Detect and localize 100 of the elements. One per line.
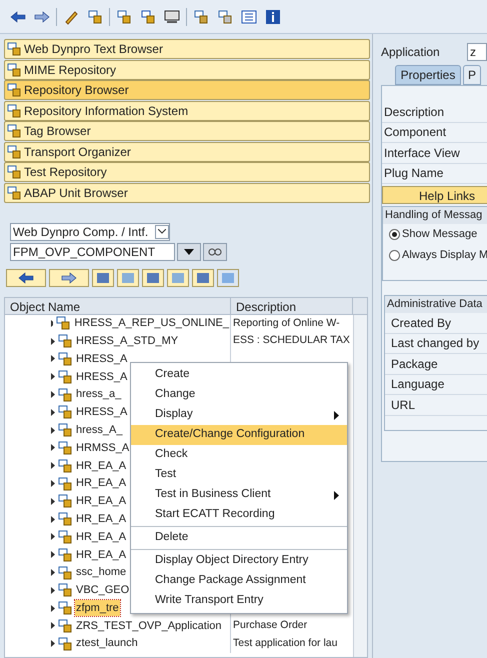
monitor-icon [164, 10, 180, 24]
field-label: Last changed by [385, 334, 487, 354]
expand-arrow-icon[interactable] [51, 622, 55, 630]
radio-label: Always Display M [402, 248, 487, 264]
menu-item[interactable]: Check [131, 445, 347, 465]
expand-arrow-icon[interactable] [51, 373, 55, 380]
object-description: Reporting of Online W- [233, 316, 340, 329]
nav-button[interactable]: Repository Information System [4, 100, 370, 120]
help-links-button[interactable]: Help Links [382, 186, 487, 204]
menu-item[interactable]: Delete [131, 528, 347, 548]
menu-item[interactable]: Create [131, 365, 347, 385]
expand-arrow-icon[interactable] [51, 462, 55, 470]
nav-button[interactable]: ABAP Unit Browser [4, 182, 370, 202]
object-name-field[interactable]: FPM_OVP_COMPONENT [10, 242, 175, 260]
menu-item[interactable]: Create/Change Configuration [131, 425, 347, 445]
object-name[interactable]: HR_EA_A [75, 493, 128, 510]
field-label: Package [385, 354, 487, 374]
field-label: Interface View [382, 143, 487, 164]
expand-arrow-icon[interactable] [51, 498, 55, 505]
object-name[interactable]: VBC_GEO [75, 582, 130, 599]
nav-button[interactable]: Repository Browser [4, 80, 370, 100]
tab[interactable]: P [463, 65, 481, 85]
object-name[interactable]: HRESS_A [75, 368, 128, 386]
back-button[interactable] [6, 268, 46, 286]
glasses-button[interactable] [203, 242, 227, 260]
expand-arrow-icon[interactable] [51, 338, 55, 345]
object-name[interactable]: HRESS_A_STD_MY [75, 332, 180, 350]
menu-item[interactable]: Test [131, 465, 347, 485]
caret-icon [184, 248, 194, 254]
dropdown-button[interactable] [177, 242, 201, 260]
object-description: Purchase Order [233, 619, 308, 632]
expand-arrow-icon[interactable] [51, 551, 55, 558]
object-description: ESS : SCHEDULAR TAX [233, 334, 350, 346]
radio-button[interactable] [389, 250, 400, 261]
field-label: Description [382, 102, 487, 122]
expand-arrow-icon[interactable] [51, 426, 55, 434]
forward-button[interactable] [49, 268, 89, 286]
menu-item[interactable]: Start ECATT Recording [131, 505, 347, 525]
radio-button[interactable] [389, 229, 400, 240]
column-header[interactable]: Description [231, 298, 353, 314]
back-arrow-icon [10, 10, 26, 22]
expand-arrow-icon[interactable] [51, 604, 55, 612]
expand-arrow-icon[interactable] [51, 444, 55, 452]
object-name[interactable]: HRESS_A [75, 350, 128, 368]
expand-arrow-icon[interactable] [51, 408, 55, 416]
menu-item[interactable]: Test in Business Client [131, 485, 347, 505]
refresh-button[interactable] [192, 268, 214, 286]
object-description: Test application for lau [233, 636, 338, 649]
nav-button[interactable]: MIME Repository [4, 60, 370, 80]
forward-arrow-icon [61, 272, 77, 284]
field-label: Component [382, 122, 487, 143]
nav-button[interactable]: Test Repository [4, 162, 370, 182]
info-icon [265, 8, 281, 24]
object-name[interactable]: hress_A_ [75, 422, 124, 438]
nav-button[interactable]: Transport Organizer [4, 142, 370, 162]
object-name[interactable]: hress_a_ [75, 386, 122, 403]
object-name[interactable]: HR_EA_A [75, 528, 128, 546]
column-header[interactable]: Object Name [5, 298, 231, 314]
expand-arrow-icon[interactable] [51, 533, 55, 540]
object-type-dropdown[interactable]: Web Dynpro Comp. / Intf. [10, 222, 170, 240]
object-name[interactable]: HR_EA_A [75, 510, 128, 528]
object-name[interactable]: ztest_launch [75, 635, 139, 652]
chevron-icon [158, 229, 166, 234]
expand-arrow-icon[interactable] [51, 391, 55, 398]
field-label: Application [381, 44, 441, 61]
radio-label: Show Message [402, 227, 478, 242]
scrollbar[interactable] [353, 314, 367, 657]
field-label: Created By [385, 313, 487, 334]
list-icon [241, 10, 257, 24]
menu-item[interactable]: Change [131, 385, 347, 405]
menu-item[interactable]: Write Transport Entry [131, 591, 347, 611]
menu-item[interactable]: Display Object Directory Entry [131, 551, 347, 571]
object-name[interactable]: HRESS_A [75, 404, 128, 421]
nav-button[interactable]: Tag Browser [4, 121, 370, 141]
object-name[interactable]: HRMSS_A [75, 440, 130, 456]
object-name[interactable]: ssc_home [75, 564, 128, 581]
object-name[interactable]: HR_EA_A [75, 458, 128, 474]
expand-button[interactable] [92, 268, 114, 286]
expand-arrow-icon[interactable] [51, 516, 55, 523]
object-name[interactable]: zfpm_tre [75, 600, 120, 616]
field-label: URL [385, 395, 487, 416]
application-field[interactable]: z [467, 43, 487, 61]
expand-arrow-icon[interactable] [51, 586, 55, 594]
expand-arrow-icon[interactable] [51, 640, 55, 648]
object-name[interactable]: HR_EA_A [75, 546, 128, 563]
expand-arrow-icon[interactable] [51, 320, 54, 327]
object-name[interactable]: HRESS_A_REP_US_ONLINE_ [73, 315, 230, 332]
nav-button[interactable]: Web Dynpro Text Browser [4, 39, 370, 59]
menu-item[interactable]: Change Package Assignment [131, 571, 347, 591]
expand-arrow-icon[interactable] [51, 569, 55, 576]
menu-item[interactable]: Display [131, 405, 347, 425]
object-name[interactable]: HR_EA_A [75, 475, 128, 492]
expand-arrow-icon[interactable] [51, 355, 55, 362]
tab[interactable]: Properties [395, 65, 461, 85]
field-label: Language [385, 374, 487, 395]
group-title: Handling of Messag [383, 207, 487, 224]
glasses-icon [208, 248, 222, 256]
object-name[interactable]: ZRS_TEST_OVP_Application [75, 618, 223, 634]
expand-arrow-icon[interactable] [51, 480, 55, 488]
hierarchy-button[interactable] [142, 268, 164, 286]
